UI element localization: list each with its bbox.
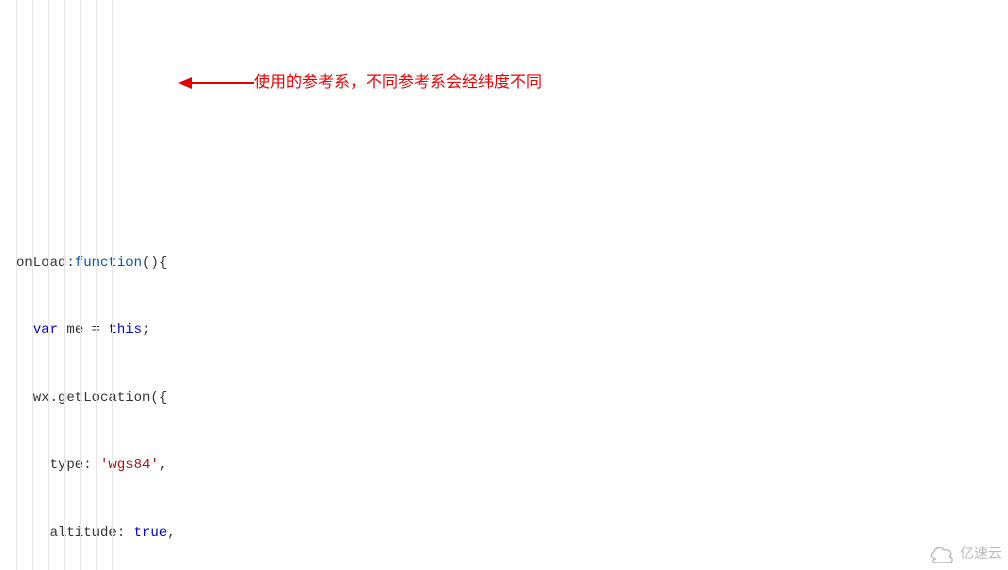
- code-line: altitude: true,: [16, 522, 1008, 545]
- cloud-icon: [928, 543, 956, 563]
- keyword-function: function: [75, 255, 142, 271]
- code-text: ,: [159, 457, 167, 473]
- string-literal: 'wgs84': [100, 457, 159, 473]
- code-line: var me = this;: [16, 319, 1008, 342]
- annotation-callout: 使用的参考系，不同参考系会经纬度不同: [178, 72, 542, 95]
- code-line: wx.getLocation({: [16, 387, 1008, 410]
- code-text: (){: [142, 255, 167, 271]
- code-text: wx.getLocation({: [16, 390, 167, 406]
- code-text: type:: [16, 457, 100, 473]
- keyword-var: var: [33, 322, 58, 338]
- code-text: me =: [58, 322, 108, 338]
- code-text: [16, 322, 33, 338]
- code-line: onLoad:function(){: [16, 252, 1008, 275]
- code-text: altitude:: [16, 525, 134, 541]
- keyword-true: true: [134, 525, 168, 541]
- code-text: onLoad:: [16, 255, 75, 271]
- watermark: 亿速云: [928, 542, 1002, 565]
- keyword-this: this: [108, 322, 142, 338]
- arrow-left-icon: [178, 74, 254, 92]
- watermark-text: 亿速云: [960, 542, 1002, 565]
- code-text: ;: [142, 322, 150, 338]
- code-text: ,: [167, 525, 175, 541]
- code-line: type: 'wgs84',: [16, 454, 1008, 477]
- annotation-text: 使用的参考系，不同参考系会经纬度不同: [254, 72, 542, 95]
